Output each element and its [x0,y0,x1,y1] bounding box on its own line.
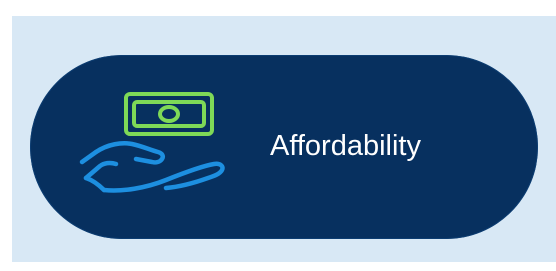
badge-label: Affordability [270,130,421,162]
hand-holding-money-icon [74,92,234,204]
money-bill-icon [124,92,214,136]
hand-icon [79,141,225,193]
canvas: Affordability [0,0,556,271]
